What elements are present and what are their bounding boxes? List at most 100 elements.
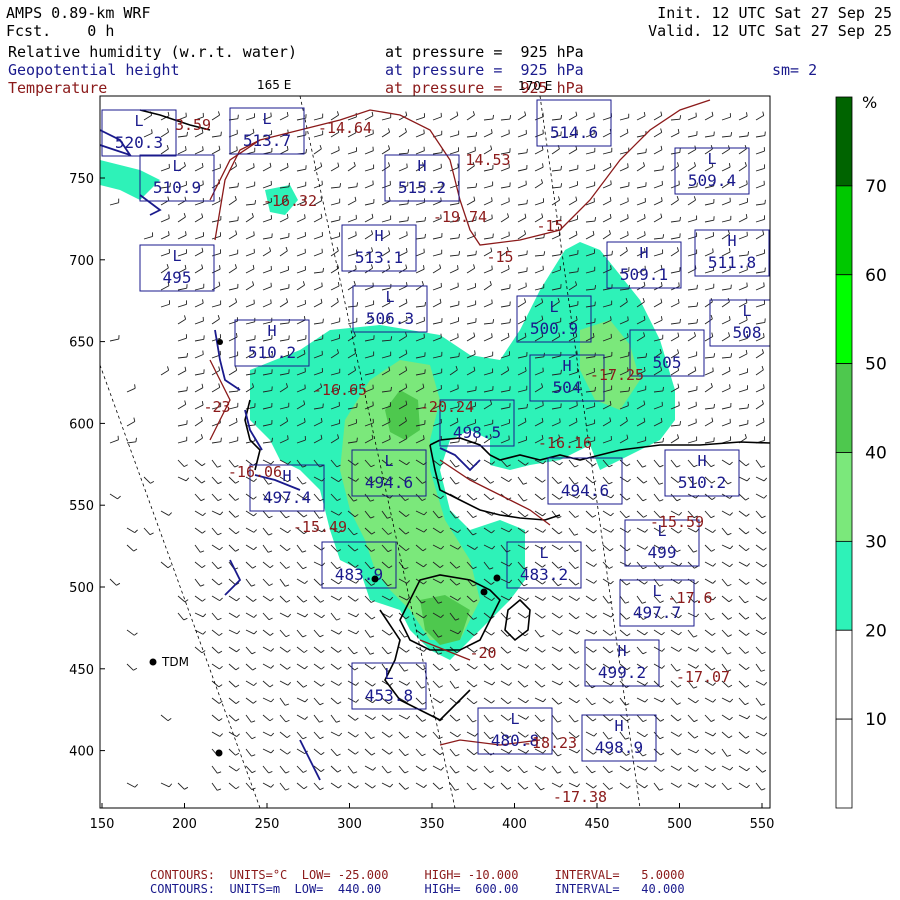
temperature-label: -17.38 — [553, 788, 607, 806]
height-extremum-marker: L — [539, 544, 548, 562]
height-extremum-marker: H — [614, 717, 623, 735]
station-dot — [493, 574, 501, 582]
wind-barb-flag — [746, 180, 748, 185]
wind-barb-flag — [304, 214, 306, 219]
height-extremum-marker: H — [727, 232, 736, 250]
footer-temperature-contours: CONTOURS: UNITS=°C LOW= -25.000 HIGH= -1… — [150, 868, 685, 882]
wind-barb-flag — [729, 384, 731, 389]
height-value: 498.9 — [595, 738, 643, 757]
temperature-label: -20.24 — [420, 398, 474, 416]
temperature-label: -16.16 — [538, 434, 592, 452]
wind-barb-flag — [526, 403, 528, 408]
height-value: 510.2 — [248, 343, 296, 362]
station-tdm-dot — [149, 658, 157, 666]
height-value: 500.9 — [530, 319, 578, 338]
x-tick-label: 250 — [255, 817, 280, 832]
wind-barb-flag — [679, 421, 682, 426]
temperature-label: -15 — [536, 217, 563, 235]
wind-barb-flag — [355, 231, 357, 236]
wind-barb-flag — [253, 231, 255, 236]
height-extremum-marker: H — [417, 157, 426, 175]
x-tick-label: 500 — [667, 817, 692, 832]
colorbar-unit: % — [862, 93, 877, 112]
height-extremum-marker: H — [697, 452, 706, 470]
wind-barb-flag — [611, 250, 613, 255]
height-value: 498.5 — [453, 423, 501, 442]
station-dot — [371, 575, 379, 583]
wind-barb-flag — [610, 180, 612, 185]
height-extremum-marker: H — [267, 322, 276, 340]
wind-barb-flag — [254, 420, 257, 426]
height-extremum-marker: L — [510, 710, 519, 728]
temperature-label: -16.06 — [228, 463, 282, 481]
height-value: 495 — [163, 268, 192, 287]
wind-barb-flag — [542, 163, 544, 168]
colorbar-label: 40 — [865, 444, 887, 464]
height-value: 511.8 — [708, 253, 756, 272]
lon-label-165: 165 E — [257, 78, 291, 92]
wind-barb-flag — [492, 114, 494, 119]
wind-barb-flag — [559, 418, 561, 423]
wind-barb-flag — [424, 216, 427, 222]
wind-barb-flag — [627, 333, 629, 338]
station-dot — [480, 588, 488, 596]
temperature-label: -16.32 — [263, 192, 317, 210]
wind-barb-flag — [186, 352, 189, 358]
lon-label-170: 170 E — [518, 79, 552, 93]
height-extremum-marker: L — [385, 288, 394, 306]
wind-barb-flag — [662, 437, 664, 442]
wind-barb-flag — [713, 403, 715, 409]
wind-barb-flag — [338, 146, 340, 151]
height-extremum-marker: L — [172, 157, 181, 175]
wind-barb-flag — [542, 401, 544, 406]
height-value: 504 — [553, 378, 582, 397]
height-value: 510.9 — [153, 178, 201, 197]
temperature-label: -19.74 — [433, 208, 487, 226]
wind-barb-flag — [457, 333, 459, 338]
y-tick-label: 550 — [69, 499, 94, 514]
x-tick-label: 300 — [337, 817, 362, 832]
station-dot — [217, 339, 223, 345]
colorbar-segment — [835, 96, 853, 187]
wind-barb-flag — [610, 316, 612, 321]
wind-barb-flag — [764, 199, 766, 204]
colorbar-segment — [835, 274, 853, 365]
wind-barb-flag — [237, 182, 239, 187]
height-extremum-marker: L — [172, 247, 181, 265]
wind-barb-flag — [236, 146, 238, 151]
wind-barb-flag — [475, 131, 478, 137]
y-tick-label: 750 — [69, 172, 94, 187]
x-tick-label: 150 — [90, 817, 115, 832]
height-value: 509.1 — [620, 265, 668, 284]
wind-barb-flag — [509, 318, 511, 323]
wind-barb-flag — [627, 316, 629, 321]
x-tick-label: 550 — [750, 817, 775, 832]
colorbar-segment — [835, 540, 853, 631]
x-tick-label: 200 — [172, 817, 197, 832]
wind-barb-flag — [747, 403, 749, 408]
colorbar-label: 50 — [865, 355, 887, 375]
wind-barb-flag — [305, 148, 308, 154]
wind-barb-flag — [627, 231, 629, 236]
height-extremum-marker: H — [282, 467, 291, 485]
temperature-label: 3.59 — [175, 116, 211, 134]
x-tick-label: 450 — [585, 817, 610, 832]
wind-barb-flag — [560, 114, 563, 120]
wind-barb-flag — [610, 265, 612, 270]
y-tick-label: 500 — [69, 581, 94, 596]
wind-barb-flag — [389, 435, 391, 440]
y-tick-label: 700 — [69, 254, 94, 269]
temperature-label: -17.25 — [590, 366, 644, 384]
temperature-label: -15.59 — [650, 513, 704, 531]
temperature-label: -17.07 — [676, 668, 730, 686]
wind-barb-flag — [424, 301, 427, 307]
height-extremum-marker: L — [384, 665, 393, 683]
wind-barb-flag — [627, 163, 629, 168]
wind-barb-flag — [271, 437, 273, 442]
wind-barb-flag — [321, 282, 323, 287]
temperature-label: -15 — [486, 248, 513, 266]
wind-barb-flag — [168, 214, 170, 219]
y-tick-label: 450 — [69, 663, 94, 678]
wind-barb-flag — [679, 318, 681, 323]
colorbar-label: 30 — [865, 532, 887, 552]
